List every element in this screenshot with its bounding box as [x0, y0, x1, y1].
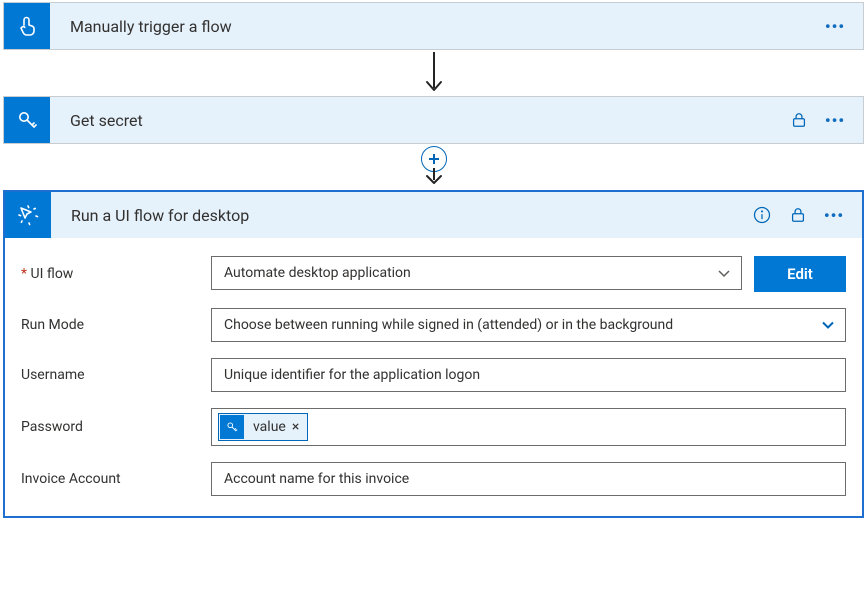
- step-body: UI flow Automate desktop application Edi…: [5, 238, 862, 516]
- more-button[interactable]: •••: [820, 201, 848, 229]
- more-icon: •••: [825, 111, 845, 130]
- info-button[interactable]: [748, 201, 776, 229]
- uiflow-select[interactable]: Automate desktop application: [211, 256, 742, 290]
- field-username: Username: [21, 358, 846, 392]
- uiflow-value: Automate desktop application: [224, 265, 411, 281]
- step-title: Get secret: [50, 111, 785, 130]
- invoice-account-input[interactable]: [211, 462, 846, 496]
- touch-icon: [4, 3, 50, 49]
- chevron-down-icon: [717, 266, 731, 280]
- info-icon: [752, 205, 772, 225]
- lock-icon: [789, 110, 809, 130]
- edit-button[interactable]: Edit: [754, 256, 846, 292]
- plus-icon: [428, 153, 440, 165]
- uiflow-icon: [5, 192, 51, 238]
- field-label: Username: [21, 367, 211, 383]
- arrow-down-icon: [420, 50, 448, 96]
- more-button[interactable]: •••: [821, 106, 849, 134]
- runmode-placeholder: Choose between running while signed in (…: [224, 317, 673, 333]
- secure-button[interactable]: [784, 201, 812, 229]
- more-icon: •••: [825, 17, 845, 36]
- step-get-secret[interactable]: Get secret •••: [3, 96, 864, 144]
- field-runmode: Run Mode Choose between running while si…: [21, 308, 846, 342]
- secure-button[interactable]: [785, 106, 813, 134]
- field-label: Password: [21, 419, 211, 435]
- field-label: Run Mode: [21, 317, 211, 333]
- step-title: Manually trigger a flow: [50, 17, 821, 36]
- password-token[interactable]: value ×: [218, 413, 308, 441]
- connector-add: [3, 144, 864, 190]
- field-invoice-account: Invoice Account: [21, 462, 846, 496]
- field-label: UI flow: [21, 266, 211, 282]
- runmode-select[interactable]: Choose between running while signed in (…: [211, 308, 846, 342]
- more-icon: •••: [824, 206, 844, 225]
- step-header[interactable]: Run a UI flow for desktop •••: [5, 192, 862, 238]
- connector: [3, 50, 864, 96]
- keyvault-icon: [220, 415, 244, 439]
- more-button[interactable]: •••: [821, 12, 849, 40]
- field-uiflow: UI flow Automate desktop application Edi…: [21, 256, 846, 292]
- lock-icon: [788, 205, 808, 225]
- keyvault-icon: [4, 97, 50, 143]
- field-password: Password value ×: [21, 408, 846, 446]
- token-label: value: [245, 419, 292, 435]
- password-input[interactable]: value ×: [211, 408, 846, 446]
- arrow-down-icon: [420, 168, 448, 186]
- step-title: Run a UI flow for desktop: [51, 206, 748, 225]
- username-input[interactable]: [211, 358, 846, 392]
- step-trigger[interactable]: Manually trigger a flow •••: [3, 2, 864, 50]
- step-run-ui-flow: Run a UI flow for desktop ••• UI flow Au…: [3, 190, 864, 518]
- chevron-down-icon: [821, 318, 835, 332]
- field-label: Invoice Account: [21, 471, 211, 487]
- token-remove[interactable]: ×: [292, 419, 307, 435]
